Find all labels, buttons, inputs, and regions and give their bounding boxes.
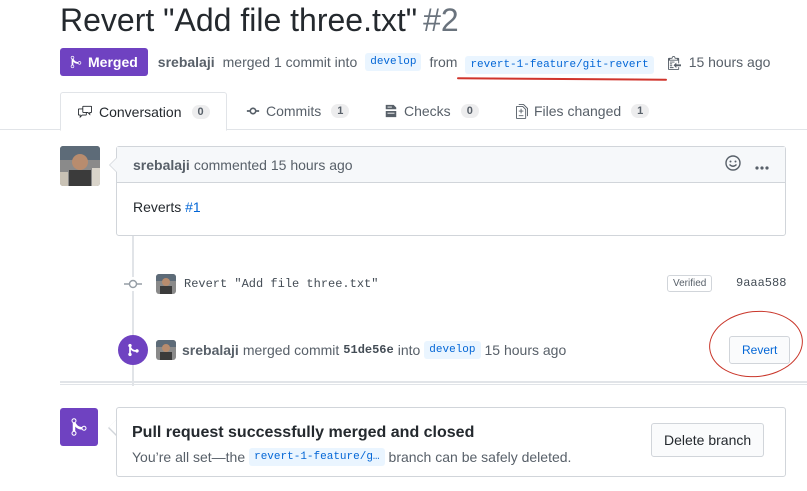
issue-link[interactable]: #1 [185, 199, 201, 215]
merge-event-icon [118, 335, 148, 365]
merge-branch[interactable]: develop [424, 341, 481, 359]
pr-title: Revert "Add file three.txt" #2 [60, 2, 459, 39]
tab-files-changed-label: Files changed [534, 103, 622, 119]
comment-header: srebalaji commented 15 hours ago [117, 147, 785, 183]
commit-sha[interactable]: 9aaa588 [736, 276, 786, 290]
merge-text-2: into [397, 342, 421, 358]
base-branch[interactable]: develop [365, 53, 422, 71]
tab-conversation-label: Conversation [99, 103, 182, 120]
merge-status-text-before: You’re all set—the [132, 449, 246, 465]
comment-body: Reverts #1 [117, 183, 785, 231]
merged-text: merged 1 commit into [222, 54, 358, 70]
merge-author-link[interactable]: srebalaji [182, 342, 239, 358]
pr-number: #2 [423, 2, 459, 38]
from-text: from [429, 54, 458, 70]
merge-box-caret-inner [109, 420, 116, 434]
merge-status-box: Pull request successfully merged and clo… [109, 407, 786, 477]
merge-status-title: Pull request successfully merged and clo… [132, 424, 475, 441]
status-label: Merged [88, 54, 138, 70]
tab-commits-count: 1 [331, 104, 350, 118]
git-commit-icon [124, 277, 142, 291]
head-branch[interactable]: revert-1-feature/git-revert [465, 55, 654, 74]
tab-files-changed-count: 1 [631, 104, 650, 118]
merged-status-icon [60, 408, 98, 446]
emoji-reaction-icon[interactable] [725, 155, 741, 174]
tab-commits[interactable]: Commits 1 [230, 92, 365, 130]
clipboard-icon[interactable] [667, 55, 681, 70]
comment-caret-inner [110, 158, 117, 172]
merge-avatar[interactable] [156, 340, 176, 360]
comment-action-text: commented 15 hours ago [193, 156, 353, 173]
tab-checks[interactable]: Checks 0 [368, 92, 495, 130]
commit-message[interactable]: Revert "Add file three.txt" [184, 277, 378, 291]
tab-checks-count: 0 [460, 104, 479, 118]
delete-branch-button[interactable]: Delete branch [651, 423, 765, 457]
annotation-underline [457, 76, 668, 81]
comment-icon [78, 105, 92, 118]
comment-body-text: Reverts [133, 199, 182, 215]
merge-event: srebalaji merged commit 51de56e into dev… [118, 334, 798, 366]
merge-status-branch[interactable]: revert-1-feature/g… [249, 448, 385, 466]
annotation-circle [705, 306, 807, 382]
file-diff-icon [516, 103, 528, 119]
tab-checks-label: Checks [404, 103, 451, 119]
more-options-icon[interactable] [755, 157, 769, 173]
status-badge: Merged [60, 48, 148, 76]
avatar[interactable] [60, 146, 100, 186]
pr-author-link[interactable]: srebalaji [158, 54, 215, 70]
merge-time: 15 hours ago [484, 342, 567, 358]
pr-meta: Merged srebalaji merged 1 commit into de… [60, 48, 774, 81]
tab-files-changed[interactable]: Files changed 1 [500, 92, 665, 130]
pr-tabs: Conversation 0 Commits 1 Checks 0 Files … [0, 92, 807, 131]
merge-status-text-after: branch can be safely deleted. [388, 449, 572, 465]
pr-title-text: Revert "Add file three.txt" [60, 2, 418, 38]
tab-conversation-count: 0 [191, 104, 210, 119]
merge-commit-sha[interactable]: 51de56e [343, 343, 393, 357]
commit-row: Revert "Add file three.txt" Verified 9aa… [124, 270, 794, 298]
verified-badge[interactable]: Verified [667, 275, 713, 292]
comment-box: srebalaji commented 15 hours ago Reverts… [110, 146, 786, 236]
comment-author-link[interactable]: srebalaji [133, 157, 190, 173]
timeline-divider [60, 381, 807, 385]
head-branch-wrap: revert-1-feature/git-revert [457, 54, 668, 81]
tab-conversation[interactable]: Conversation 0 [60, 92, 227, 131]
commit-avatar[interactable] [156, 274, 176, 294]
tab-commits-label: Commits [266, 103, 322, 119]
pr-time: 15 hours ago [688, 54, 771, 70]
merge-text-1: merged commit [242, 342, 340, 358]
checks-icon [385, 104, 397, 118]
merge-icon [70, 55, 82, 69]
commit-icon [246, 107, 260, 115]
merge-status-text: You’re all set—the revert-1-feature/g… b… [132, 448, 571, 466]
